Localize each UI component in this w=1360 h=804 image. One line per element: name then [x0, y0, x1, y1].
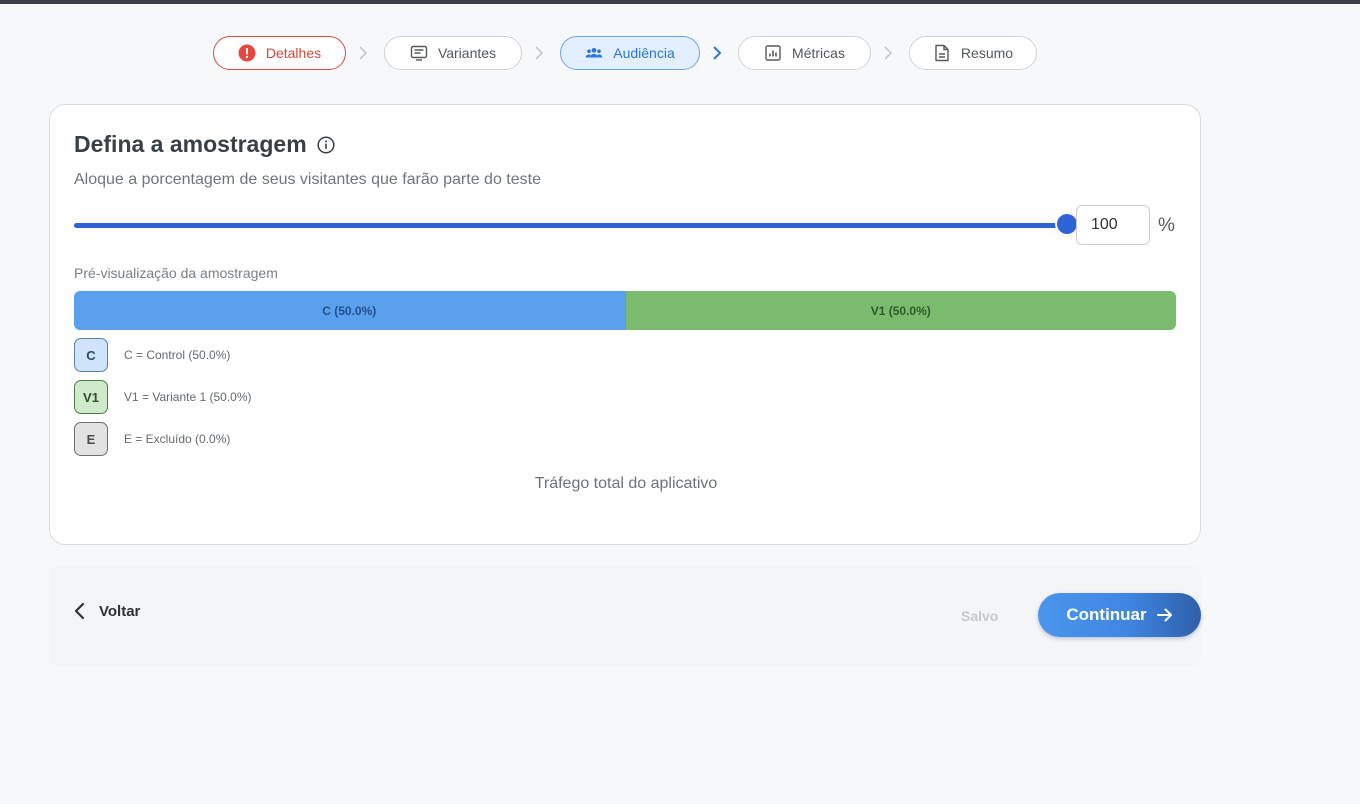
segment-variant-1: V1 (50.0%) — [624, 291, 1176, 330]
page-title: Defina a amostragem — [74, 131, 307, 157]
legend-text: C = Control (50.0%) — [124, 348, 231, 362]
step-label: Métricas — [792, 45, 845, 61]
sampling-card: Defina a amostragem Aloque a porcentagem… — [49, 104, 1201, 545]
footer-bar: Voltar Salvo Continuar — [49, 566, 1201, 666]
step-label: Audiência — [613, 45, 675, 61]
percent-sign: % — [1158, 215, 1175, 236]
step-label: Detalhes — [265, 45, 322, 61]
legend-text: E = Excluído (0.0%) — [124, 432, 231, 446]
top-bar — [0, 0, 1360, 4]
variant-badge: V1 — [74, 380, 108, 414]
chevron-right-icon — [356, 45, 370, 61]
chevron-right-icon — [881, 45, 895, 61]
variants-icon — [410, 44, 428, 62]
sampling-subtitle: Aloque a porcentagem de seus visitantes … — [74, 171, 541, 188]
legend-item-variant-1: V1 V1 = Variante 1 (50.0%) — [74, 380, 252, 414]
slider-fill — [74, 223, 1067, 228]
info-icon[interactable] — [317, 135, 335, 154]
preview-label: Pré-visualização da amostragem — [74, 265, 278, 281]
step-variantes[interactable]: Variantes — [384, 36, 522, 70]
back-label: Voltar — [99, 602, 141, 620]
saved-status: Salvo — [961, 608, 999, 624]
continue-label: Continuar — [1066, 605, 1147, 624]
traffic-label: Tráfego total do aplicativo — [534, 475, 718, 492]
wizard-stepper: Detalhes Variantes Audiência Métricas Re… — [0, 36, 1360, 72]
arrow-right-icon — [1156, 608, 1173, 622]
continue-button[interactable]: Continuar — [1038, 593, 1201, 637]
step-metricas[interactable]: Métricas — [738, 36, 871, 70]
segment-control: C (50.0%) — [74, 291, 625, 330]
legend-text: V1 = Variante 1 (50.0%) — [124, 390, 252, 404]
step-audiencia[interactable]: Audiência — [560, 36, 700, 70]
excluded-badge: E — [74, 422, 108, 456]
step-label: Resumo — [960, 45, 1014, 61]
sampling-preview-bar: C (50.0%) V1 (50.0%) — [74, 291, 1176, 330]
step-resumo[interactable]: Resumo — [909, 36, 1037, 70]
sampling-slider[interactable] — [74, 213, 1077, 237]
document-icon — [933, 44, 951, 62]
control-badge: C — [74, 338, 108, 372]
legend-item-excluded: E E = Excluído (0.0%) — [74, 422, 252, 456]
chart-icon — [764, 44, 782, 62]
slider-thumb[interactable] — [1057, 214, 1077, 234]
step-label: Variantes — [437, 45, 497, 61]
sampling-legend: C C = Control (50.0%) V1 V1 = Variante 1… — [74, 338, 252, 464]
back-button[interactable]: Voltar — [73, 602, 140, 620]
chevron-right-icon — [710, 45, 724, 61]
chevron-right-icon — [532, 45, 546, 61]
chevron-left-icon — [73, 602, 85, 620]
audience-icon — [585, 44, 603, 62]
legend-item-control: C C = Control (50.0%) — [74, 338, 252, 372]
alert-icon — [238, 44, 256, 62]
percentage-input[interactable] — [1076, 205, 1150, 245]
step-detalhes[interactable]: Detalhes — [213, 36, 346, 70]
